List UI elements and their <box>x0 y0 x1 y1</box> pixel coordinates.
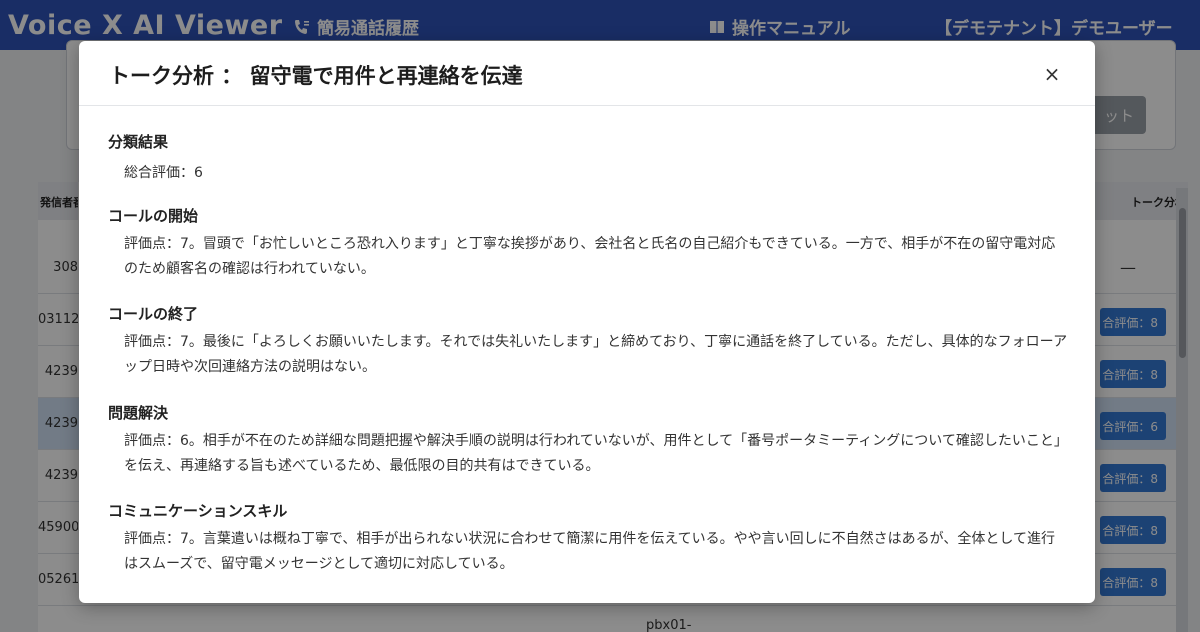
section-communication-skill: コミュニケーションスキル 評価点：7。言葉遣いは概ね丁寧で、相手が出られない状況… <box>108 500 1068 577</box>
section-title: 問題解決 <box>108 404 169 422</box>
section-call-opening: コールの開始 評価点：7。冒頭で「お忙しいところ恐れ入ります」と丁寧な挨拶があり… <box>108 205 1068 282</box>
section-classification: 分類結果 総合評価：6 <box>108 131 1068 186</box>
section-text: 評価点：7。最後に「よろしくお願いいたします。それでは失礼いたします」と締めてお… <box>124 334 1068 375</box>
talk-analysis-modal: トーク分析 ： 留守電で用件と再連絡を伝達 × 分類結果 総合評価：6 コールの… <box>79 41 1095 603</box>
section-call-closing: コールの終了 評価点：7。最後に「よろしくお願いいたします。それでは失礼いたしま… <box>108 303 1068 380</box>
modal-title: トーク分析 ： 留守電で用件と再連絡を伝達 <box>109 64 523 88</box>
section-text: 評価点：6。相手が不在のため詳細な問題把握や解決手順の説明は行われていないが、用… <box>124 433 1068 474</box>
section-text: 総合評価：6 <box>124 165 203 181</box>
section-problem-solving: 問題解決 評価点：6。相手が不在のため詳細な問題把握や解決手順の説明は行われてい… <box>108 402 1068 479</box>
modal-header: トーク分析 ： 留守電で用件と再連絡を伝達 × <box>79 41 1095 106</box>
close-icon[interactable]: × <box>1039 61 1065 87</box>
section-title: 分類結果 <box>108 133 169 151</box>
section-text: 評価点：7。言葉遣いは概ね丁寧で、相手が出られない状況に合わせて簡潔に用件を伝え… <box>124 531 1055 572</box>
section-text: 評価点：7。冒頭で「お忙しいところ恐れ入ります」と丁寧な挨拶があり、会社名と氏名… <box>124 236 1056 277</box>
section-title: コミュニケーションスキル <box>108 502 288 520</box>
section-title: コールの終了 <box>108 305 199 323</box>
section-title: コールの開始 <box>108 207 199 225</box>
